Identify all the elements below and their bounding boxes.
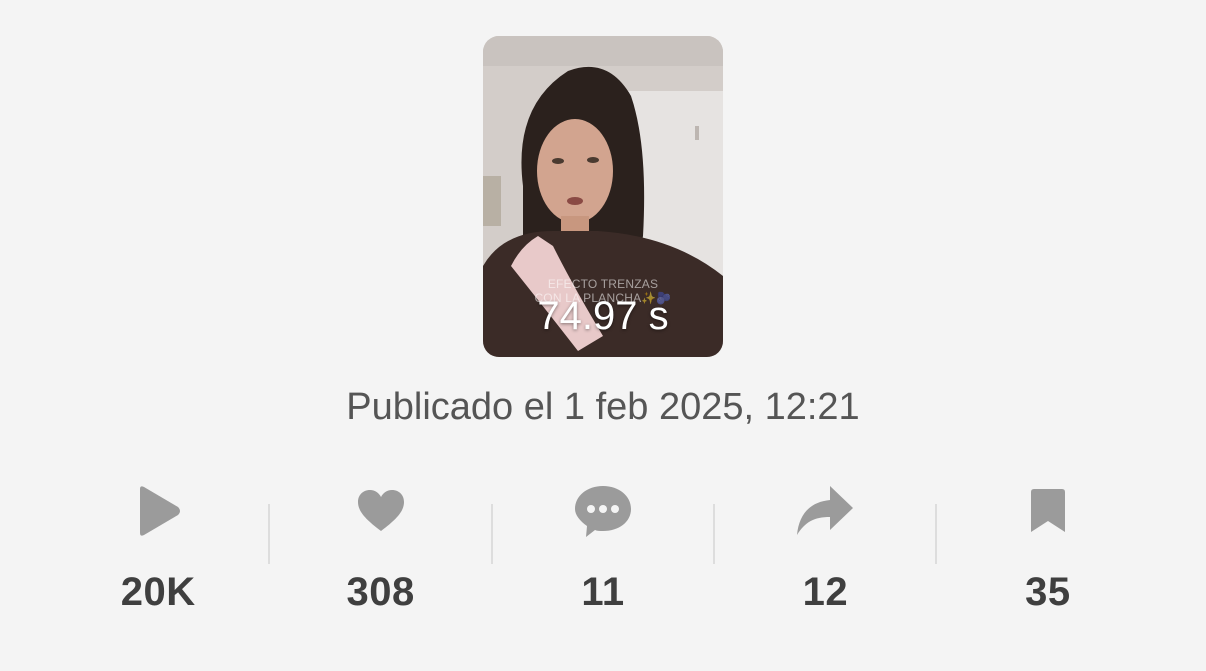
video-thumbnail[interactable]: EFECTO TRENZAS CON LA PLANCHA✨🫐 74.97 s <box>483 36 723 357</box>
caption-line-1: EFECTO TRENZAS <box>547 277 659 291</box>
heart-icon <box>357 478 405 544</box>
comments-count: 11 <box>581 570 625 614</box>
bookmark-icon <box>1030 478 1066 544</box>
stat-comments[interactable]: 11 <box>492 478 714 628</box>
video-duration: 74.97 s <box>537 294 669 338</box>
published-date: Publicado el 1 feb 2025, 12:21 <box>346 386 860 428</box>
shares-count: 12 <box>802 570 849 614</box>
stats-bar: 20K 308 11 12 35 <box>47 478 1159 628</box>
plays-count: 20K <box>120 570 196 614</box>
stat-likes[interactable]: 308 <box>269 478 491 628</box>
likes-count: 308 <box>346 570 415 614</box>
stat-saves[interactable]: 35 <box>937 478 1159 628</box>
stat-plays[interactable]: 20K <box>47 478 269 628</box>
stat-shares[interactable]: 12 <box>714 478 936 628</box>
comment-icon <box>574 478 632 544</box>
play-icon <box>134 478 182 544</box>
share-icon <box>796 478 854 544</box>
saves-count: 35 <box>1025 570 1071 614</box>
